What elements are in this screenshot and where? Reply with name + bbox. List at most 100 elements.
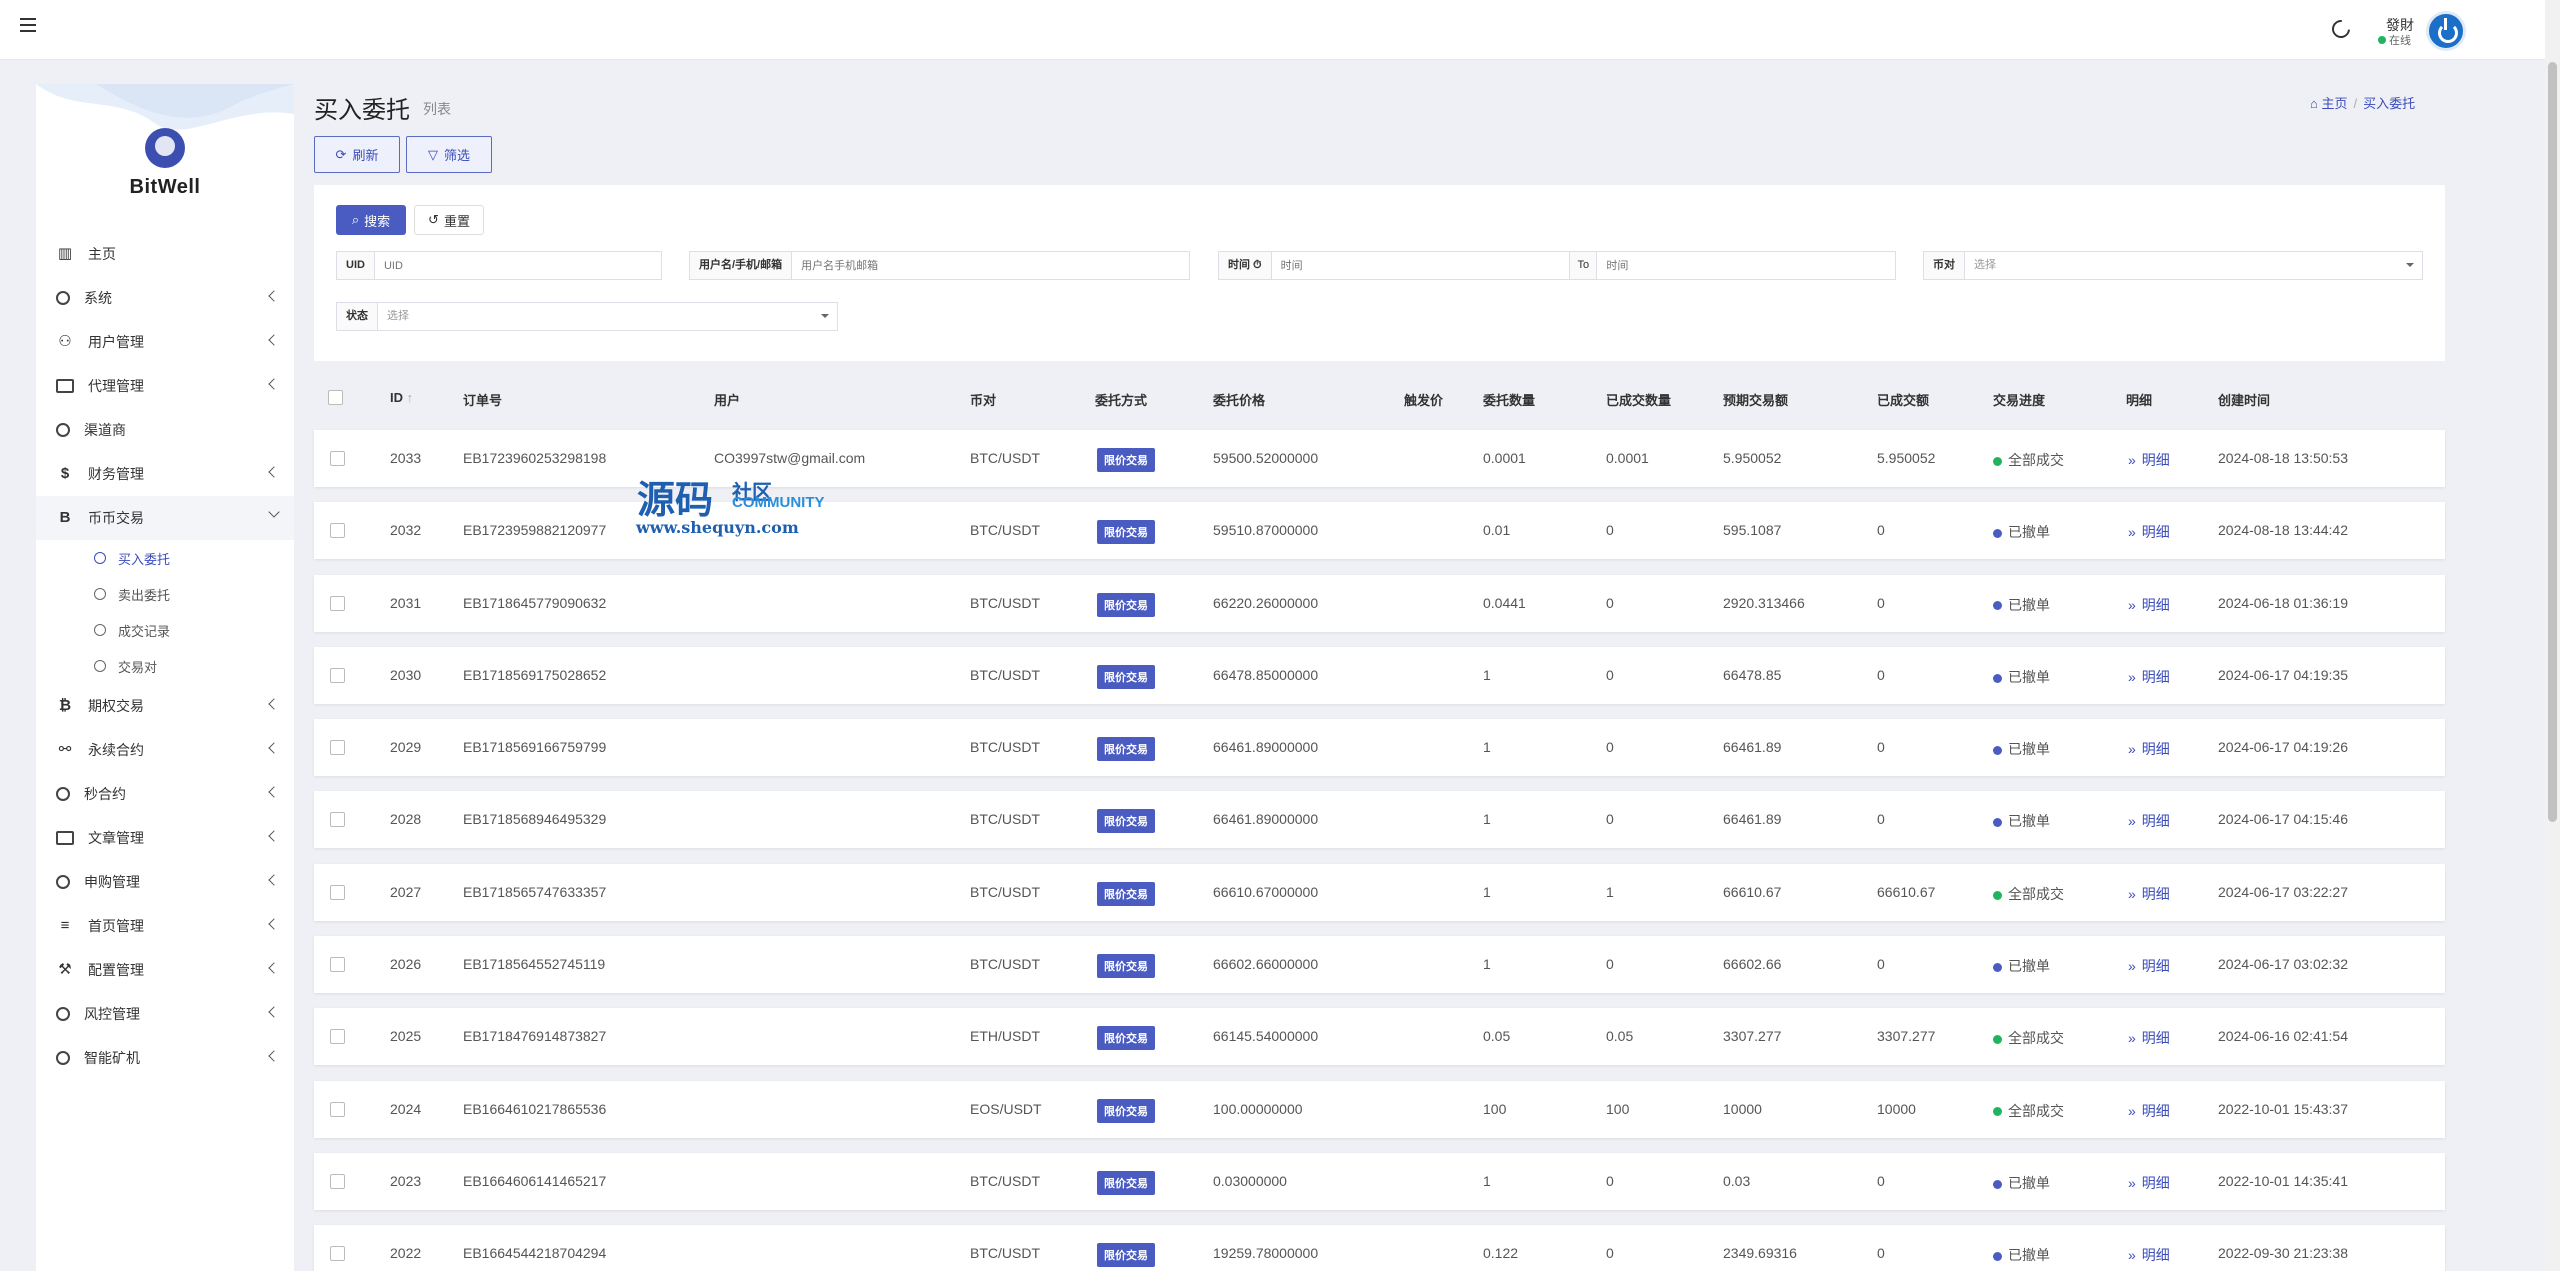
circle-icon xyxy=(94,588,106,600)
detail-link[interactable]: » 明细 xyxy=(2128,739,2170,759)
detail-link[interactable]: » 明细 xyxy=(2128,522,2170,542)
progress-status: 已撤单 xyxy=(1993,811,2050,831)
page-scrollbar[interactable] xyxy=(2545,0,2560,1271)
row-checkbox[interactable] xyxy=(330,1101,345,1117)
sidebar-item-system[interactable]: 系统 xyxy=(36,276,294,320)
sidebar-item-articles[interactable]: 文章管理 xyxy=(36,816,294,860)
cell-id: 2027 xyxy=(390,883,422,900)
cell-filled-qty: 0 xyxy=(1606,1172,1614,1189)
cell-filled-qty: 0 xyxy=(1606,739,1614,756)
sidebar: BitWell ▥ 主页 系统 ⚇ 用户管理 代理管理 渠道商 $ 财务管理 B 币币交易 买入委托卖… xyxy=(36,84,294,1271)
row-checkbox[interactable] xyxy=(330,740,345,756)
pair-select[interactable]: 选择 xyxy=(1965,252,2422,279)
cell-qty: 1 xyxy=(1483,1172,1491,1189)
sidebar-subitem-label: 成交记录 xyxy=(118,623,171,639)
user-input[interactable] xyxy=(792,252,1189,279)
cell-order: EB1718569175028652 xyxy=(463,666,607,683)
detail-link[interactable]: » 明细 xyxy=(2128,667,2170,687)
user-label: 用户名/手机/邮箱 xyxy=(690,252,793,279)
refresh-button[interactable]: ⟳ 刷新 xyxy=(314,136,400,173)
sidebar-subitem[interactable]: 卖出委托 xyxy=(36,576,294,612)
sidebar-subitem[interactable]: 成交记录 xyxy=(36,612,294,648)
detail-link[interactable]: » 明细 xyxy=(2128,956,2170,976)
cell-created: 2024-06-17 04:19:35 xyxy=(2218,666,2348,683)
row-checkbox[interactable] xyxy=(330,523,345,539)
dark-mode-moon-icon[interactable] xyxy=(2328,16,2354,42)
method-badge: 限价交易 xyxy=(1097,520,1155,545)
row-checkbox[interactable] xyxy=(330,884,345,900)
sidebar-item-finance[interactable]: $ 财务管理 xyxy=(36,452,294,496)
status-dot-icon xyxy=(1993,673,2002,683)
link-icon: ⚯ xyxy=(58,741,72,758)
detail-link[interactable]: » 明细 xyxy=(2128,884,2170,904)
search-button[interactable]: ⌕ 搜索 xyxy=(336,205,406,235)
sidebar-item-home[interactable]: ▥ 主页 xyxy=(36,232,294,276)
watermark-url: www.shequyn.com xyxy=(636,518,799,537)
row-checkbox[interactable] xyxy=(330,957,345,973)
cell-id: 2031 xyxy=(390,594,422,611)
row-checkbox[interactable] xyxy=(330,451,345,466)
cell-id: 2025 xyxy=(390,1028,422,1045)
hamburger-menu-icon[interactable] xyxy=(20,18,36,32)
sort-up-icon[interactable]: ↑ xyxy=(407,390,414,405)
user-avatar[interactable] xyxy=(2426,11,2466,51)
col-id[interactable]: ID ↑ xyxy=(390,390,413,405)
time-from-input[interactable] xyxy=(1271,252,1570,279)
time-to-input[interactable] xyxy=(1597,252,1896,279)
row-checkbox[interactable] xyxy=(330,667,345,683)
row-checkbox[interactable] xyxy=(330,595,345,611)
sidebar-item-coin[interactable]: B 币币交易 xyxy=(36,496,294,540)
sidebar-subitem[interactable]: 买入委托 xyxy=(36,540,294,576)
status-dot-icon xyxy=(1993,529,2002,539)
select-all-checkbox[interactable] xyxy=(328,390,343,405)
chevron-left-icon xyxy=(268,874,280,886)
row-checkbox[interactable] xyxy=(330,1246,345,1262)
pair-filter: 币对 选择 xyxy=(1923,251,2423,280)
sidebar-item-users[interactable]: ⚇ 用户管理 xyxy=(36,320,294,364)
cell-created: 2024-08-18 13:44:42 xyxy=(2218,522,2348,539)
uid-input[interactable] xyxy=(374,252,661,279)
detail-link[interactable]: » 明细 xyxy=(2128,450,2170,470)
status-dot-icon xyxy=(1993,1035,2002,1045)
status-dot-icon xyxy=(1993,745,2002,755)
detail-link[interactable]: » 明细 xyxy=(2128,1245,2170,1265)
cell-filled-qty: 0 xyxy=(1606,666,1614,683)
table-row: 2032 EB1723959882120977 BTC/USDT 59510.8700… xyxy=(314,502,2445,560)
sidebar-item-options[interactable]: ₿ 期权交易 xyxy=(36,684,294,728)
sidebar-item-channel[interactable]: 渠道商 xyxy=(36,408,294,452)
cell-qty: 0.0001 xyxy=(1483,450,1526,466)
cell-order: EB1718476914873827 xyxy=(463,1028,607,1045)
cell-qty: 1 xyxy=(1483,666,1491,683)
sidebar-item-mining[interactable]: 智能矿机 xyxy=(36,1036,294,1080)
sidebar-subitem-label: 买入委托 xyxy=(118,551,171,567)
detail-link[interactable]: » 明细 xyxy=(2128,811,2170,831)
status-dot-icon xyxy=(1993,890,2002,900)
detail-link[interactable]: » 明细 xyxy=(2128,595,2170,615)
row-checkbox[interactable] xyxy=(330,1173,345,1189)
row-checkbox[interactable] xyxy=(330,812,345,828)
sidebar-item-seconds[interactable]: 秒合约 xyxy=(36,772,294,816)
cell-created: 2024-06-17 03:22:27 xyxy=(2218,883,2348,900)
sidebar-item-agents[interactable]: 代理管理 xyxy=(36,364,294,408)
sidebar-subitem[interactable]: 交易对 xyxy=(36,648,294,684)
cell-created: 2024-06-16 02:41:54 xyxy=(2218,1028,2348,1045)
detail-link[interactable]: » 明细 xyxy=(2128,1101,2170,1121)
detail-link[interactable]: » 明细 xyxy=(2128,1173,2170,1193)
sidebar-item-perp[interactable]: ⚯ 永续合约 xyxy=(36,728,294,772)
status-select[interactable]: 选择 xyxy=(378,303,837,330)
cell-price: 66610.67000000 xyxy=(1213,883,1319,900)
scrollbar-thumb[interactable] xyxy=(2548,62,2557,822)
row-checkbox[interactable] xyxy=(330,1029,345,1045)
cell-user[interactable]: CO3997stw@gmail.com xyxy=(714,450,865,466)
sidebar-item-homepage[interactable]: ≡ 首页管理 xyxy=(36,904,294,948)
sidebar-item-risk[interactable]: 风控管理 xyxy=(36,992,294,1036)
col-filled-qty: 已成交数量 xyxy=(1606,393,1672,408)
cell-expected: 2920.313466 xyxy=(1723,594,1805,611)
reset-button[interactable]: ↺ 重置 xyxy=(414,205,484,235)
sidebar-item-config[interactable]: ⚒ 配置管理 xyxy=(36,948,294,992)
sidebar-item-subscribe[interactable]: 申购管理 xyxy=(36,860,294,904)
filter-button[interactable]: ▽ 筛选 xyxy=(406,136,492,173)
sidebar-item-label: 配置管理 xyxy=(88,962,144,978)
detail-link[interactable]: » 明细 xyxy=(2128,1028,2170,1048)
breadcrumb-home[interactable]: ⌂ 主页 xyxy=(2310,96,2347,111)
